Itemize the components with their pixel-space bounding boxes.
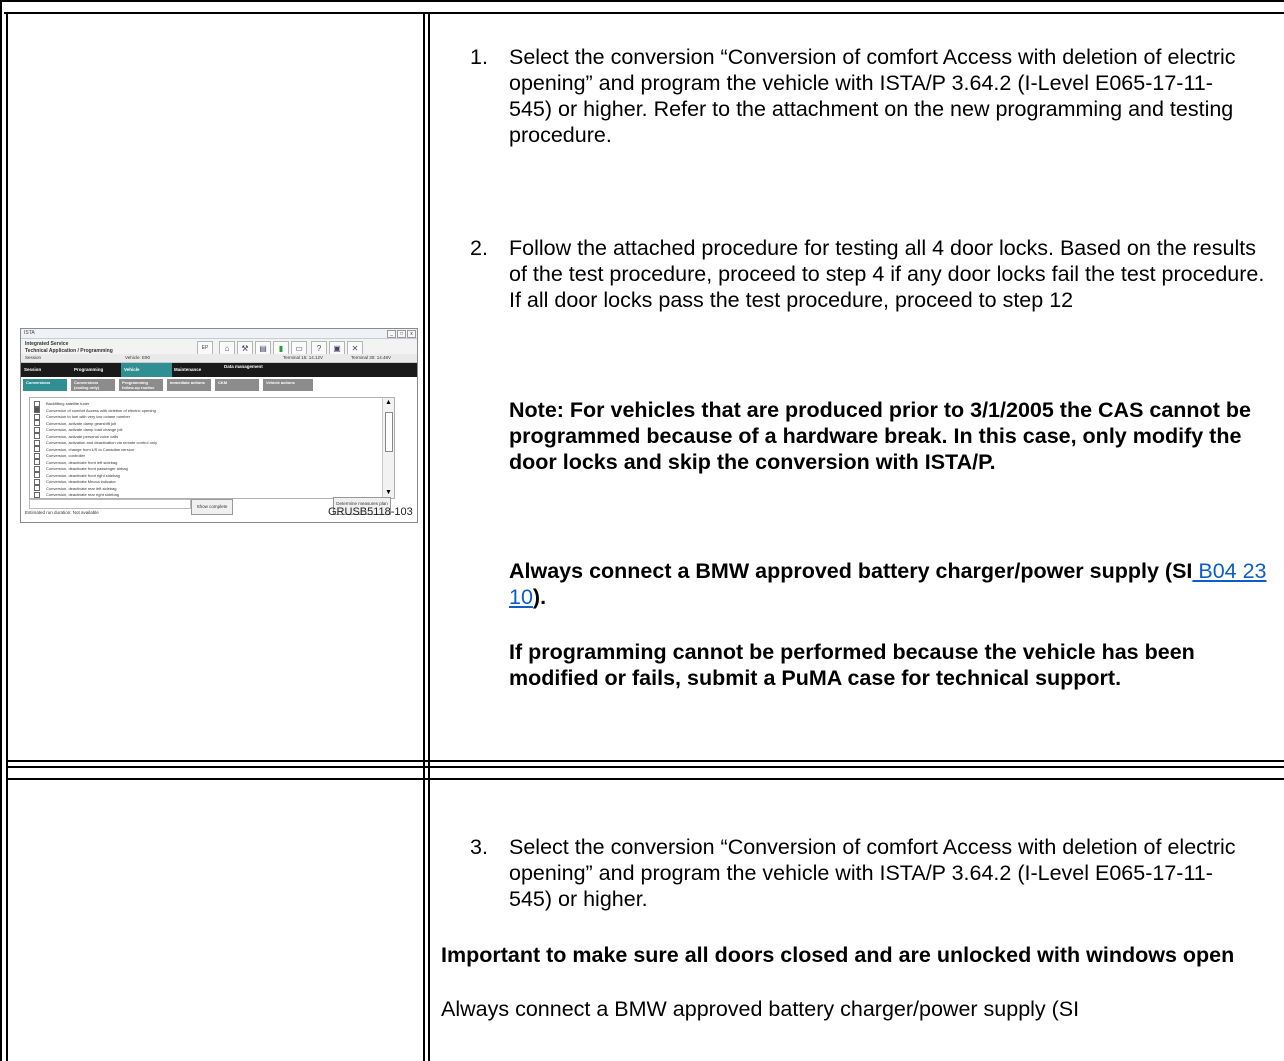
row2-top-border bbox=[6, 778, 1284, 780]
session-label: Session bbox=[25, 355, 42, 360]
list-item-label: Conversion, activation and deactivation … bbox=[46, 440, 157, 445]
list-item-label: Conversion to fuel with very low octane … bbox=[46, 414, 131, 419]
info-bar: Session Vehicle: E90 Terminal 15: 14.12V… bbox=[21, 354, 417, 363]
list-item-label: Conversion, deactivate front passenger a… bbox=[46, 466, 128, 471]
window-titlebar: ISTA _ □ x bbox=[21, 329, 417, 339]
ista-screenshot: ISTA _ □ x Integrated Service Technical … bbox=[20, 328, 418, 523]
close-icon: x bbox=[407, 330, 416, 338]
scroll-up-icon[interactable]: ▲ bbox=[384, 398, 393, 407]
nav-tab-session[interactable]: Session bbox=[21, 363, 72, 377]
nav-tab-programming[interactable]: Programming bbox=[71, 363, 122, 377]
tab-programming-follow-up[interactable]: Programming follow-up routine bbox=[119, 379, 163, 391]
table-top-border-inner bbox=[4, 12, 1284, 14]
important-text: Important to make sure all doors closed … bbox=[441, 943, 1235, 967]
nav-tab-vehicle[interactable]: Vehicle bbox=[121, 363, 172, 377]
list-item-label: Backfitting satellite tuner bbox=[46, 401, 90, 406]
step-1-number: 1. bbox=[470, 45, 488, 69]
list-item-label: Conversion, deactivate Mecca indicator bbox=[46, 479, 116, 484]
charger-suffix: ). bbox=[532, 585, 547, 609]
conversion-list: Backfitting satellite tuner Conversion of… bbox=[29, 397, 395, 499]
col-divider-left bbox=[423, 12, 425, 1061]
scroll-thumb[interactable] bbox=[385, 412, 393, 452]
list-item-label: Conversion, deactivate front left sideba… bbox=[46, 459, 118, 465]
checkbox[interactable] bbox=[34, 491, 40, 498]
row-divider-top bbox=[6, 760, 1284, 762]
app-title-line1: Integrated Service bbox=[25, 341, 69, 347]
list-item-label: Conversion, activate personal voice call… bbox=[46, 433, 119, 439]
list-item-label: Conversion, deactivate rear right sideba… bbox=[46, 492, 119, 497]
list-item-label: Conversion, controller bbox=[46, 453, 85, 458]
table-top-border-outer bbox=[0, 0, 1284, 2]
sub-nav: Conversions Conversions (coding only) Pr… bbox=[21, 377, 417, 393]
tab-ckm[interactable]: CKM bbox=[215, 379, 259, 391]
charger-text-row2: Always connect a BMW approved battery ch… bbox=[441, 997, 1080, 1021]
nav-tab-maintenance[interactable]: Maintenance bbox=[171, 363, 222, 377]
step-3-number: 3. bbox=[470, 835, 488, 859]
show-complete-button[interactable]: Show complete bbox=[191, 499, 233, 515]
image-caption: GRUSB5118-103 bbox=[328, 506, 413, 518]
scrollbar[interactable]: ▲ ▼ bbox=[382, 398, 394, 498]
tab-conversions[interactable]: Conversions bbox=[23, 379, 67, 391]
table-left-border-outer bbox=[0, 0, 2, 1061]
tab-vehicle-actions[interactable]: Vehicle actions bbox=[263, 379, 313, 391]
step-3-text: Select the conversion “Conversion of com… bbox=[509, 835, 1236, 911]
list-item-label: Conversion, deactivate rear left sidebag bbox=[46, 485, 117, 491]
minimize-icon: _ bbox=[387, 330, 396, 338]
nav-tab-data-management[interactable]: Data management bbox=[221, 363, 272, 378]
tab-conversions-coding-only[interactable]: Conversions (coding only) bbox=[71, 379, 115, 391]
list-item-label: Conversion, deactivate front right sideb… bbox=[46, 472, 120, 478]
run-duration-label: Estimated run duration: Not available bbox=[25, 510, 99, 515]
main-nav: Session Programming Vehicle Maintenance … bbox=[21, 363, 417, 377]
maximize-icon: □ bbox=[397, 330, 406, 338]
charger-prefix: Always connect a BMW approved battery ch… bbox=[509, 559, 1193, 583]
list-item-label: Conversion, change from US to Canadian v… bbox=[46, 446, 135, 452]
window-title: ISTA bbox=[24, 330, 35, 336]
tab-immediate-actions[interactable]: Immediate actions bbox=[167, 379, 211, 391]
note-text: Note: For vehicles that are produced pri… bbox=[509, 398, 1251, 474]
list-item-label: Conversion, activate damp gearshift jolt bbox=[46, 420, 117, 426]
row-divider-bottom bbox=[6, 766, 1284, 768]
list-item-label: Conversion, activate damp load change jo… bbox=[46, 427, 123, 432]
charger-text: Always connect a BMW approved battery ch… bbox=[509, 558, 1279, 610]
col-divider-right bbox=[428, 12, 430, 1061]
progress-field bbox=[29, 499, 191, 509]
step-1-text: Select the conversion “Conversion of com… bbox=[509, 45, 1236, 147]
list-item[interactable]: Conversion, deactivate rear right sideba… bbox=[34, 491, 374, 498]
step-2-text: Follow the attached procedure for testin… bbox=[509, 236, 1265, 312]
terminal-30-label: Terminal 30: 14.48V bbox=[351, 355, 392, 360]
list-item-label: Conversion of comfort Access with deleti… bbox=[46, 407, 156, 413]
table-left-border-inner bbox=[6, 12, 8, 1061]
puma-text: If programming cannot be performed becau… bbox=[509, 640, 1195, 690]
vehicle-label: Vehicle: E90 bbox=[125, 355, 151, 360]
step-2-number: 2. bbox=[470, 236, 488, 260]
terminal-15-label: Terminal 15: 14.12V bbox=[283, 355, 324, 360]
scroll-down-icon[interactable]: ▼ bbox=[384, 488, 393, 497]
